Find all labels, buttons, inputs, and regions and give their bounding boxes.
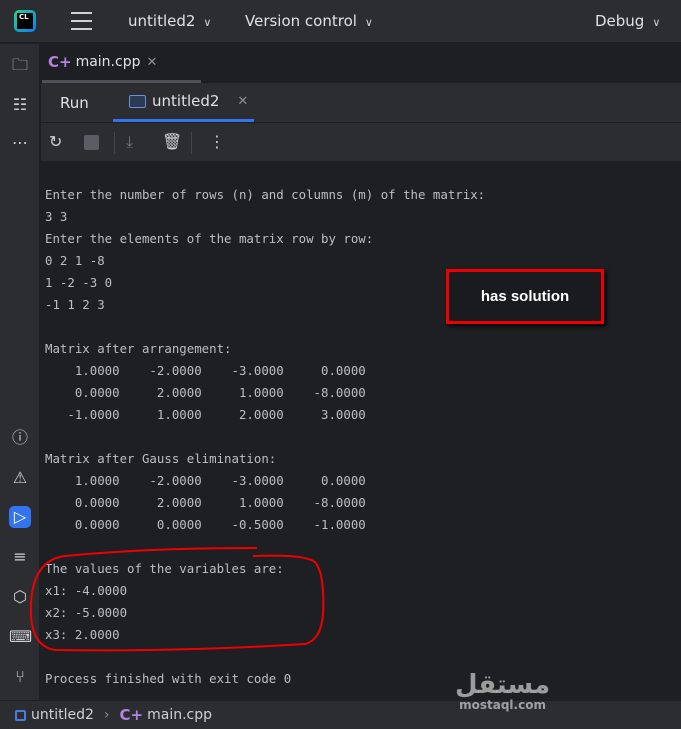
watermark: مستقل mostaql.com (455, 670, 551, 712)
console-line: Enter the number of rows (n) and columns… (45, 187, 486, 202)
run-config-dropdown[interactable]: Debug ∨ (595, 12, 660, 30)
console-line: 0.0000 0.0000 -0.5000 -1.0000 (45, 517, 366, 532)
red-circle-annotation (29, 547, 325, 652)
title-bar: CL untitled2 ∨ Version control ∨ Debug ∨ (0, 0, 681, 43)
project-dropdown[interactable]: untitled2 ∨ (128, 12, 211, 30)
main-menu-icon[interactable] (71, 12, 92, 30)
more-options-icon[interactable]: ⋮ (209, 132, 225, 151)
cpp-file-icon: C+ (119, 706, 144, 724)
close-icon[interactable]: ✕ (146, 55, 157, 70)
console-line: -1 1 2 3 (45, 297, 105, 312)
console-line: 1.0000 -2.0000 -3.0000 0.0000 (45, 473, 366, 488)
cpp-file-icon: C+ (48, 53, 72, 71)
more-icon[interactable]: ⋯ (9, 132, 31, 154)
console-line: Process finished with exit code 0 (45, 671, 292, 686)
console-line: 1.0000 -2.0000 -3.0000 0.0000 (45, 363, 366, 378)
console-line: 0 2 1 -8 (45, 253, 105, 268)
git-icon[interactable]: ⑂ (9, 666, 31, 688)
breadcrumb-file[interactable]: main.cpp (147, 707, 212, 723)
chevron-down-icon: ∨ (364, 16, 373, 29)
warning-icon[interactable]: ⚠ (9, 467, 31, 489)
console-line: -1.0000 1.0000 2.0000 3.0000 (45, 407, 366, 422)
stop-icon[interactable] (84, 135, 99, 150)
trash-icon[interactable]: 🗑 (162, 132, 182, 151)
tab-untitled2[interactable]: untitled2 ✕ (113, 83, 254, 122)
console-line: 3 3 (45, 209, 68, 224)
problems-icon[interactable]: ⓘ (9, 427, 31, 449)
folder-icon[interactable]: 🗀 (9, 54, 31, 76)
run-panel-title: Run (60, 94, 89, 112)
console-icon (129, 94, 146, 108)
chevron-down-icon: ∨ (652, 16, 661, 29)
console-line: 0.0000 2.0000 1.0000 -8.0000 (45, 495, 366, 510)
status-bar: untitled2 › C+ main.cpp (0, 700, 681, 729)
console-line: Matrix after Gauss elimination: (45, 451, 277, 466)
run-panel-header: Run untitled2 ✕ (41, 83, 681, 122)
console-line: Enter the elements of the matrix row by … (45, 231, 374, 246)
run-icon[interactable]: ▷ (9, 506, 31, 528)
chevron-down-icon: ∨ (203, 16, 212, 29)
run-toolbar: ↻ ⤓ 🗑 ⋮ (41, 122, 681, 161)
rerun-icon[interactable]: ↻ (49, 132, 62, 151)
clion-logo[interactable]: CL (14, 10, 36, 32)
scroll-to-end-icon[interactable]: ⤓ (126, 132, 133, 152)
breadcrumb-project[interactable]: untitled2 (31, 707, 94, 723)
annotation-box: has solution (446, 269, 604, 324)
console-line: Matrix after arrangement: (45, 341, 232, 356)
editor-tabs: C+ main.cpp ✕ (41, 44, 681, 83)
tab-main-cpp[interactable]: C+ main.cpp ✕ (42, 44, 201, 83)
console-line: 1 -2 -3 0 (45, 275, 113, 290)
console-line: 0.0000 2.0000 1.0000 -8.0000 (45, 385, 366, 400)
project-icon (15, 709, 26, 721)
chevron-right-icon: › (103, 707, 110, 723)
structure-icon[interactable]: ☷ (9, 94, 31, 116)
close-icon[interactable]: ✕ (237, 94, 248, 109)
vcs-dropdown[interactable]: Version control ∨ (245, 12, 373, 30)
